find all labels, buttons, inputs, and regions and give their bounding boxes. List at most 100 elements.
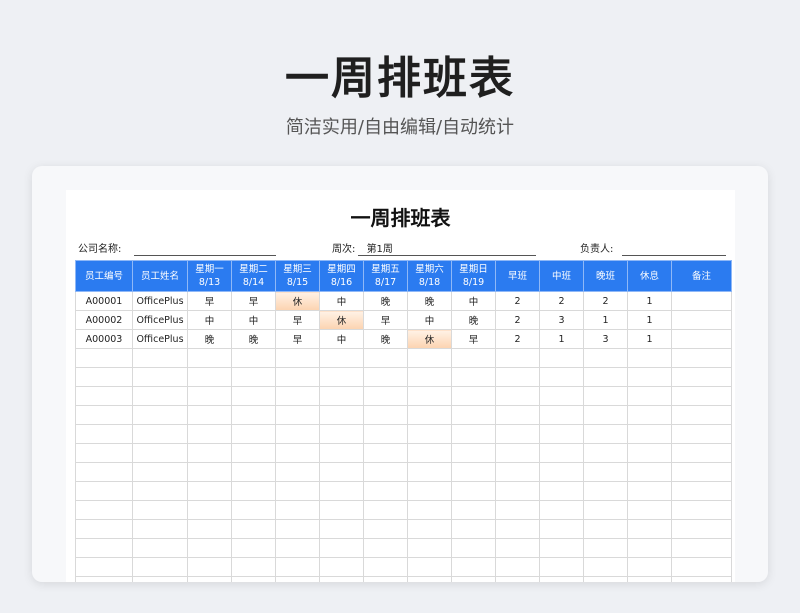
table-cell[interactable] [363,500,408,520]
table-cell[interactable] [407,424,452,444]
table-cell[interactable] [671,462,732,482]
table-cell[interactable] [451,576,496,582]
table-cell[interactable] [231,557,276,577]
table-cell[interactable] [539,576,584,582]
table-cell[interactable] [583,386,628,406]
column-header[interactable]: 星期日 8/19 [451,260,496,292]
table-cell[interactable] [132,367,188,387]
table-cell[interactable] [627,519,672,539]
table-cell[interactable] [671,386,732,406]
table-cell[interactable] [275,500,320,520]
table-cell[interactable] [363,557,408,577]
table-cell[interactable] [407,386,452,406]
table-cell[interactable] [275,405,320,425]
column-header[interactable]: 备注 [671,260,732,292]
table-cell[interactable] [132,424,188,444]
table-cell[interactable]: 晚 [407,291,452,311]
table-cell[interactable]: A00001 [75,291,133,311]
column-header[interactable]: 星期二 8/14 [231,260,276,292]
week-field[interactable] [358,255,536,256]
table-cell[interactable] [671,310,732,330]
table-cell[interactable] [231,443,276,463]
table-cell[interactable] [539,500,584,520]
table-cell[interactable]: 早 [363,310,408,330]
table-cell[interactable] [451,405,496,425]
table-cell[interactable] [407,443,452,463]
table-cell[interactable] [319,348,364,368]
table-cell[interactable] [495,348,540,368]
table-cell[interactable] [627,405,672,425]
table-cell[interactable] [407,557,452,577]
table-cell[interactable] [583,500,628,520]
table-cell[interactable]: 休 [319,310,364,330]
table-cell[interactable] [583,424,628,444]
table-cell[interactable] [187,519,232,539]
table-cell[interactable] [451,367,496,387]
table-cell[interactable] [275,443,320,463]
table-cell[interactable]: 晚 [231,329,276,349]
table-cell[interactable] [132,443,188,463]
table-cell[interactable] [75,576,133,582]
table-cell[interactable] [495,576,540,582]
table-cell[interactable]: 早 [187,291,232,311]
table-cell[interactable] [132,386,188,406]
table-cell[interactable] [132,557,188,577]
table-cell[interactable] [75,500,133,520]
table-cell[interactable] [75,424,133,444]
table-cell[interactable] [363,405,408,425]
table-cell[interactable]: 中 [231,310,276,330]
table-cell[interactable] [75,386,133,406]
table-cell[interactable] [187,348,232,368]
table-cell[interactable] [451,462,496,482]
table-cell[interactable] [231,576,276,582]
table-cell[interactable] [407,519,452,539]
table-cell[interactable] [132,462,188,482]
table-cell[interactable] [451,348,496,368]
table-cell[interactable] [407,500,452,520]
table-cell[interactable] [627,557,672,577]
table-cell[interactable] [539,538,584,558]
table-cell[interactable] [451,481,496,501]
table-cell[interactable] [671,443,732,463]
table-cell[interactable]: 1 [583,310,628,330]
table-cell[interactable] [231,500,276,520]
table-cell[interactable]: 中 [319,291,364,311]
table-cell[interactable] [583,557,628,577]
table-cell[interactable] [132,500,188,520]
table-cell[interactable] [187,386,232,406]
table-cell[interactable] [583,576,628,582]
table-cell[interactable] [451,538,496,558]
table-cell[interactable] [407,576,452,582]
table-cell[interactable] [539,386,584,406]
table-cell[interactable] [627,386,672,406]
table-cell[interactable] [451,424,496,444]
table-cell[interactable] [583,481,628,501]
table-cell[interactable] [275,386,320,406]
table-cell[interactable] [363,576,408,582]
table-cell[interactable] [363,386,408,406]
table-cell[interactable] [231,538,276,558]
table-cell[interactable] [132,576,188,582]
table-cell[interactable] [75,348,133,368]
table-cell[interactable] [539,348,584,368]
table-cell[interactable] [187,481,232,501]
table-cell[interactable]: A00003 [75,329,133,349]
table-cell[interactable]: 休 [407,329,452,349]
column-header[interactable]: 中班 [539,260,584,292]
table-cell[interactable] [407,348,452,368]
table-cell[interactable] [231,367,276,387]
table-cell[interactable] [451,443,496,463]
table-cell[interactable]: 早 [275,329,320,349]
table-cell[interactable] [231,348,276,368]
table-cell[interactable] [132,481,188,501]
table-cell[interactable] [275,538,320,558]
table-cell[interactable] [187,462,232,482]
table-cell[interactable] [75,367,133,387]
table-cell[interactable] [363,443,408,463]
table-cell[interactable]: 2 [495,291,540,311]
table-cell[interactable] [627,500,672,520]
company-field[interactable] [134,255,276,256]
table-cell[interactable] [75,519,133,539]
table-cell[interactable] [231,386,276,406]
table-cell[interactable] [495,462,540,482]
